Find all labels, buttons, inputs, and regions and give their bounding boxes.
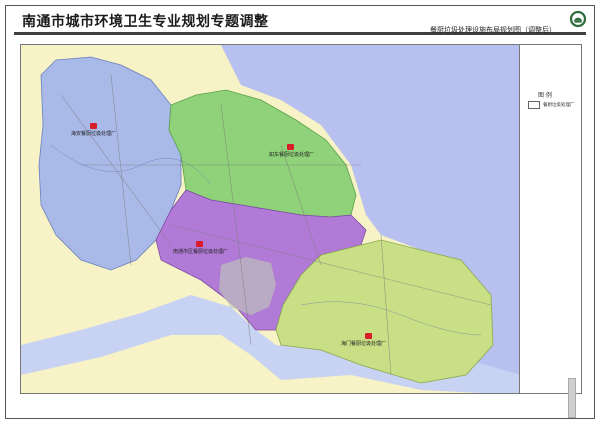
map-subtitle: 餐厨垃圾处理设施布局规划图（调整后）: [430, 26, 556, 34]
legend-item-label: 餐厨垃圾处理厂: [543, 103, 575, 108]
facility-label-haimen: 海门餐厨垃圾处理厂: [341, 341, 387, 347]
facility-label-shiqu: 南通市区餐厨垃圾处理厂: [173, 249, 229, 255]
facility-label-haian: 海安餐厨垃圾处理厂: [71, 131, 117, 137]
facility-marker-shiqu[interactable]: [196, 241, 203, 247]
emblem-icon: [569, 10, 587, 28]
legend-item-facility: 餐厨垃圾处理厂: [528, 101, 575, 109]
facility-marker-haian[interactable]: [90, 123, 97, 129]
facility-label-rudong: 如东餐厨垃圾处理厂: [269, 152, 315, 158]
facility-marker-rudong[interactable]: [287, 144, 294, 150]
map-canvas[interactable]: 海安餐厨垃圾处理厂 如东餐厨垃圾处理厂 南通市区餐厨垃圾处理厂 海门餐厨垃圾处理…: [20, 44, 520, 394]
facility-marker-haimen[interactable]: [365, 333, 372, 339]
page-title: 南通市城市环境卫生专业规划专题调整: [22, 14, 269, 30]
facility-swatch-icon: [528, 101, 540, 109]
vertical-scrollbar[interactable]: [568, 378, 576, 418]
legend-title: 图 例: [538, 92, 552, 99]
